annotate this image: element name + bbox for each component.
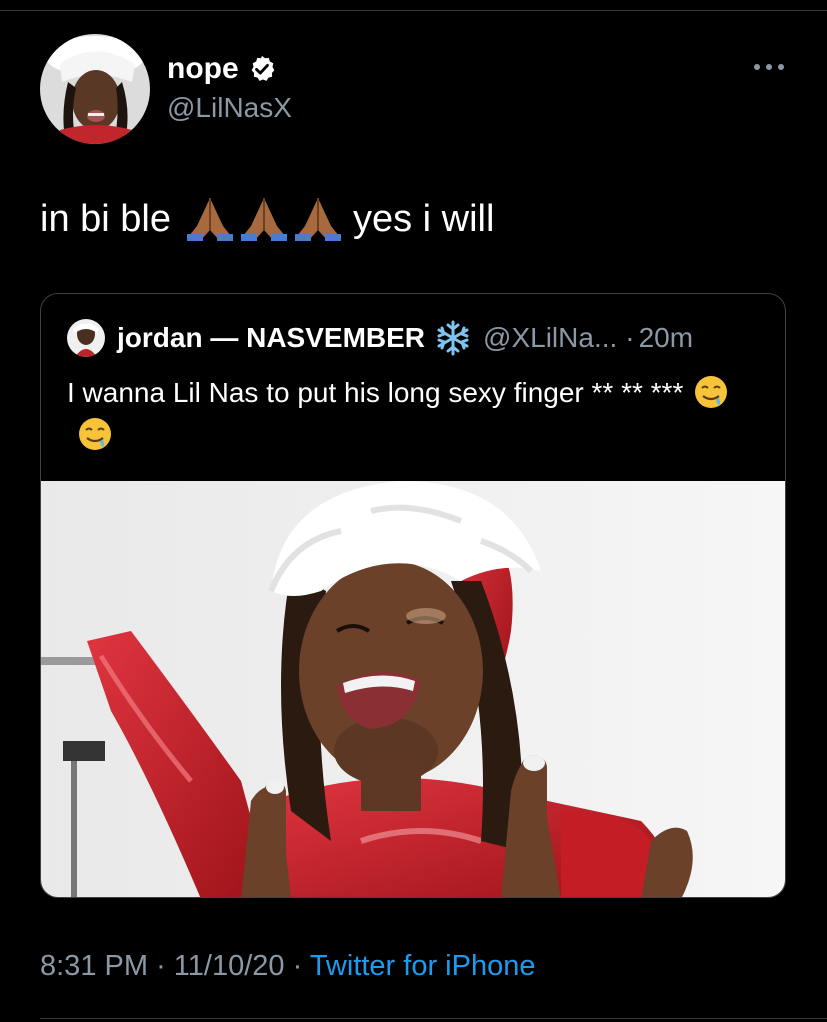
quoted-tweet-card[interactable]: jordan — NASVEMBER @XLilNa... · 20m I wa… [40, 293, 786, 898]
tweet-date: 11/10/20 [173, 950, 285, 982]
quoted-timestamp: 20m [638, 322, 694, 353]
folded-hands-icon [239, 196, 289, 242]
author-display-name[interactable]: nope [167, 52, 239, 86]
quoted-tweet-photo[interactable] [41, 481, 785, 897]
tweet-time: 8:31 PM [40, 950, 148, 982]
quoted-tweet-text: I wanna Lil Nas to put his long sexy fin… [67, 372, 767, 456]
drooling-face-icon [693, 374, 729, 410]
folded-hands-icon [185, 196, 235, 242]
author-avatar[interactable] [40, 34, 150, 144]
tweet-text: in bi ble yes i will [40, 196, 494, 242]
tweet-metadata: 8:31 PM · 11/10/20 · Twitter for iPhone [40, 950, 535, 983]
tweet-source-link[interactable]: Twitter for iPhone [310, 950, 536, 982]
folded-hands-group [185, 196, 343, 242]
quoted-author-name: jordan — NASVEMBER [117, 322, 426, 353]
quoted-tweet-header: jordan — NASVEMBER @XLilNa... · 20m [67, 318, 693, 358]
tweet-text-start: in bi ble [40, 197, 171, 240]
verified-badge-icon [247, 54, 277, 84]
top-divider [0, 10, 827, 11]
quoted-author-handle: @XLilNa... [483, 322, 618, 353]
drooling-face-icon [77, 416, 113, 452]
more-options-icon[interactable] [752, 58, 786, 76]
snowflake-icon [435, 320, 471, 356]
quoted-author-avatar [67, 319, 105, 357]
meta-separator: · [292, 950, 303, 982]
author-handle[interactable]: @LilNasX [167, 92, 292, 124]
folded-hands-icon [293, 196, 343, 242]
tweet-text-end: yes i will [352, 197, 495, 240]
quoted-separator: · [625, 322, 635, 353]
author-name-row[interactable]: nope [167, 50, 277, 88]
meta-separator: · [156, 950, 166, 982]
bottom-divider [40, 1018, 827, 1019]
quoted-text-content: I wanna Lil Nas to put his long sexy fin… [67, 377, 684, 408]
